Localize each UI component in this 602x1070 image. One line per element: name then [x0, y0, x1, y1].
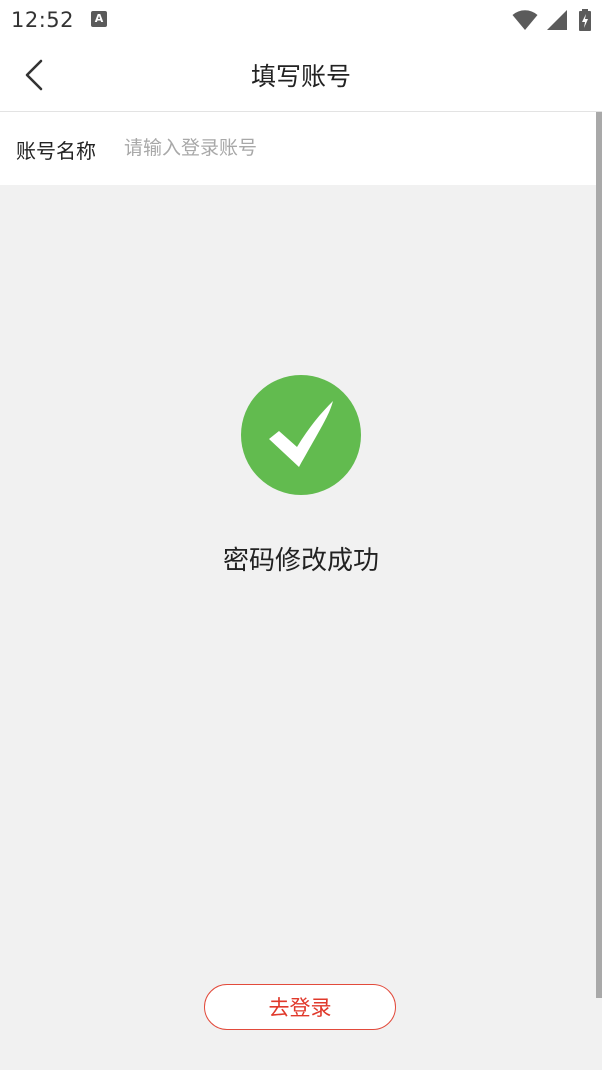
- header: 填写账号: [0, 40, 602, 112]
- status-time: 12:52: [11, 8, 75, 32]
- success-message: 密码修改成功: [222, 546, 379, 576]
- page-title: 填写账号: [250, 62, 351, 91]
- check-circle-icon: [241, 375, 361, 495]
- status-bar: 12:52 A: [0, 0, 602, 40]
- account-form-row: 账号名称: [0, 112, 596, 185]
- notification-a-icon: A: [91, 11, 107, 27]
- wifi-icon: [512, 10, 538, 30]
- go-login-button[interactable]: 去登录: [204, 984, 396, 1030]
- account-input[interactable]: [124, 130, 564, 166]
- signal-icon: [547, 10, 567, 30]
- battery-charging-icon: [579, 9, 591, 31]
- account-label: 账号名称: [16, 139, 96, 163]
